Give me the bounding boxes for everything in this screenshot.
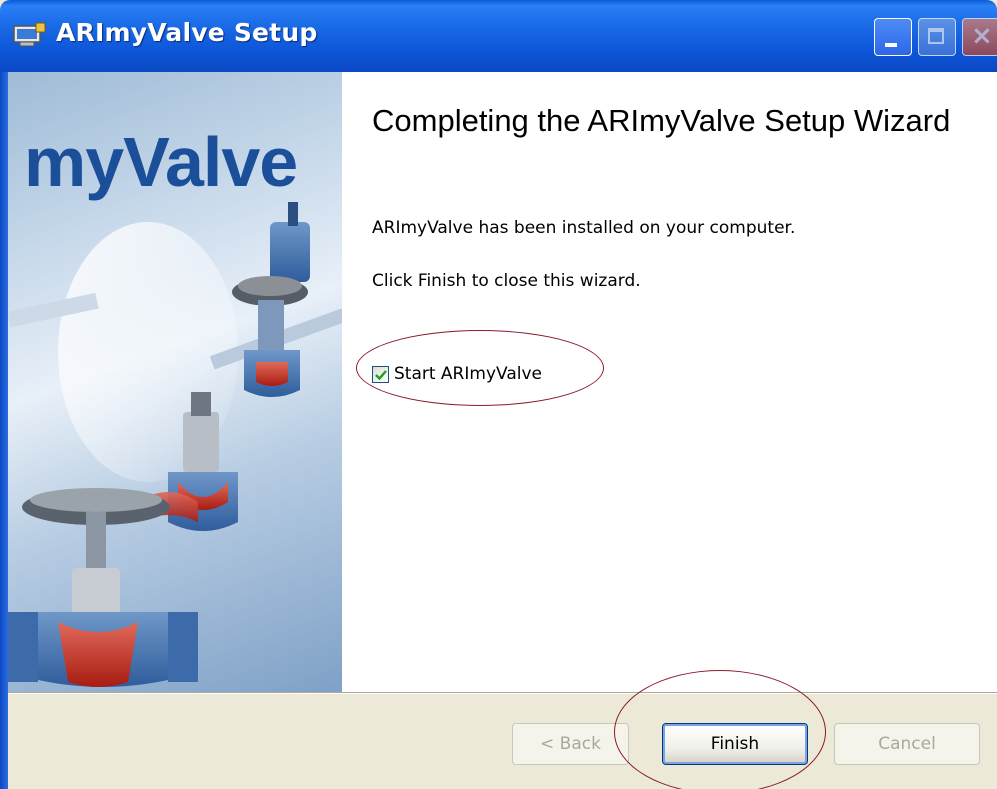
start-app-label[interactable]: Start ARImyValve [394, 364, 542, 384]
start-app-checkbox[interactable] [372, 365, 389, 383]
setup-window: ARImyValve Setup × myValve Completing th… [0, 0, 997, 789]
main-pane: Completing the ARImyValve Setup Wizard A… [342, 72, 997, 692]
finish-hint: Click Finish to close this wizard. [372, 271, 641, 291]
footer-divider [8, 692, 997, 694]
side-banner: myValve [8, 72, 342, 692]
wizard-content: myValve Completing the ARImyValve Setup … [8, 72, 997, 692]
maximize-icon[interactable] [918, 18, 956, 56]
valve-illustration [8, 202, 342, 687]
window-frame [0, 72, 8, 789]
minimize-icon[interactable] [874, 18, 912, 56]
installer-icon [12, 22, 46, 50]
cancel-button[interactable]: Cancel [834, 723, 980, 765]
start-app-option[interactable]: Start ARImyValve [372, 364, 542, 384]
page-title: Completing the ARImyValve Setup Wizard [372, 103, 951, 138]
back-button[interactable]: < Back [512, 723, 629, 765]
checkmark-icon [375, 369, 387, 380]
title-bar[interactable]: ARImyValve Setup × [0, 0, 997, 72]
close-icon[interactable]: × [962, 18, 997, 56]
installed-message: ARImyValve has been installed on your co… [372, 218, 796, 238]
finish-button[interactable]: Finish [662, 723, 808, 765]
window-title: ARImyValve Setup [56, 18, 318, 47]
